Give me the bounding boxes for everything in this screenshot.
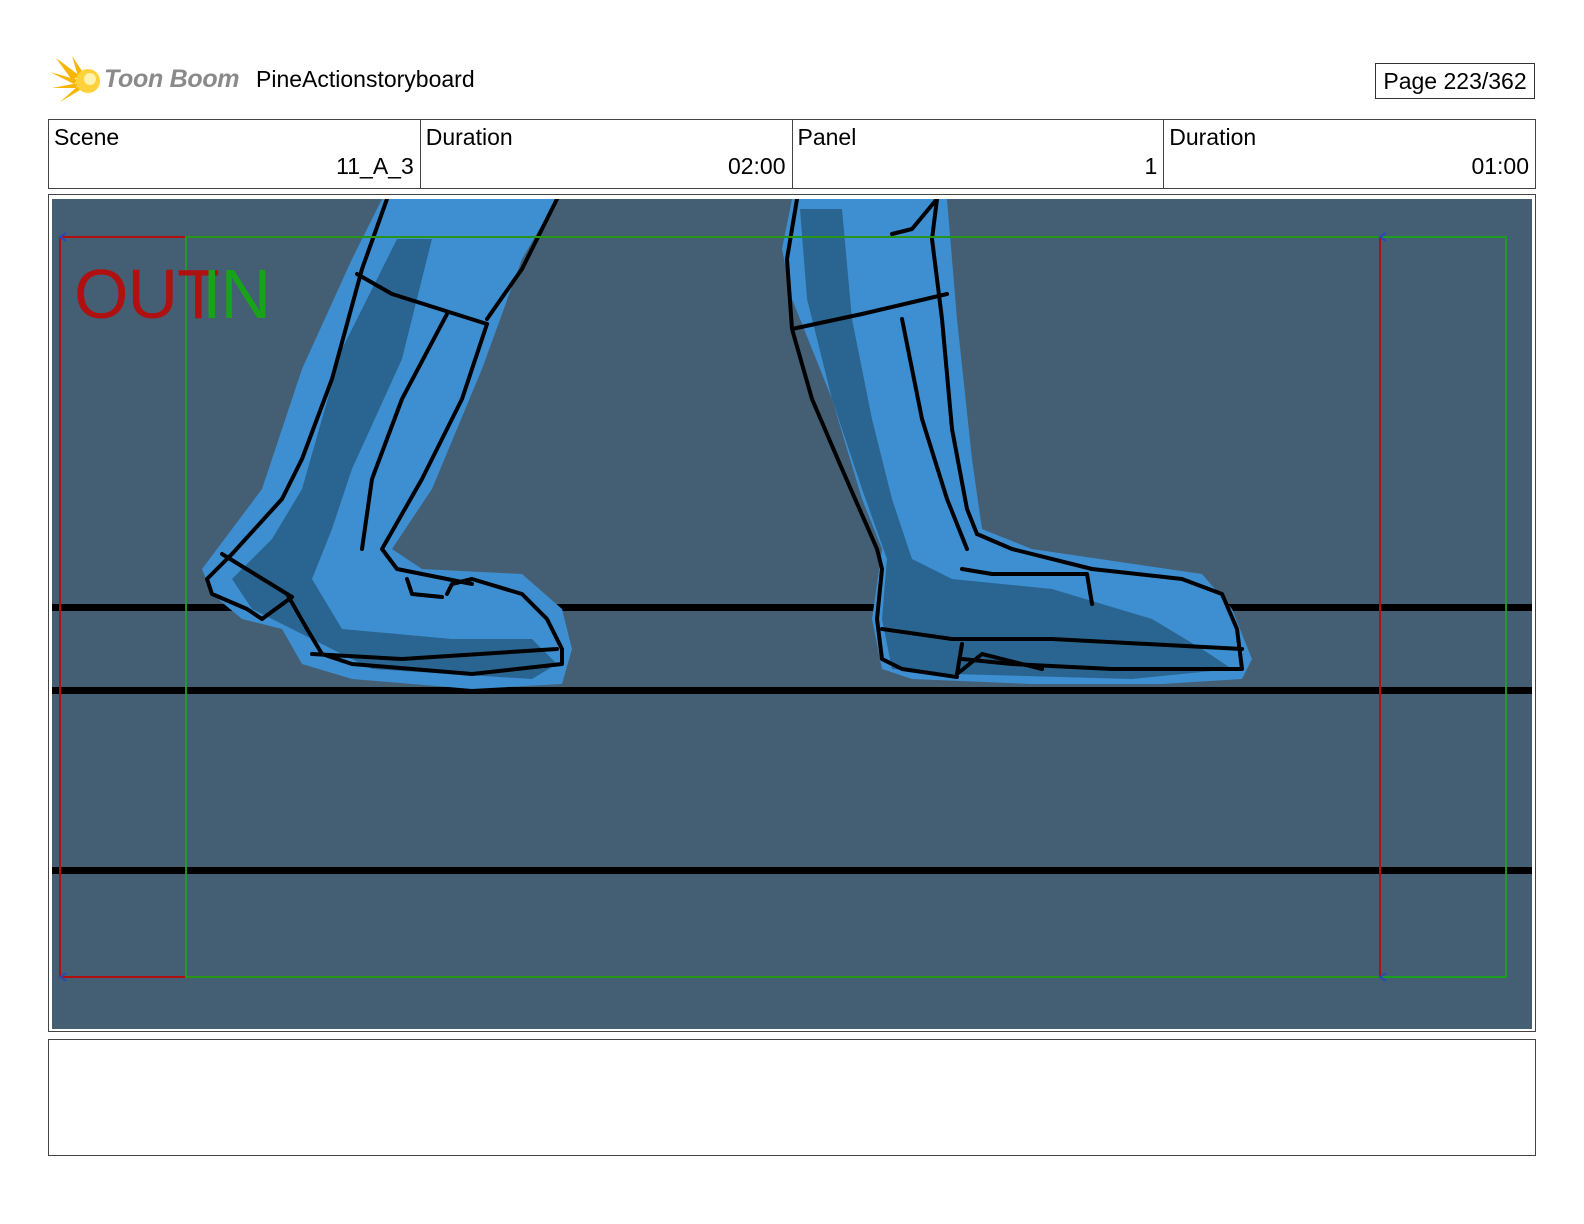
floor-line-bottom bbox=[52, 867, 1532, 874]
scene-duration-label: Duration bbox=[425, 124, 513, 150]
scene-duration-value: 02:00 bbox=[727, 153, 786, 179]
in-label: IN bbox=[202, 255, 271, 333]
storyboard-drawing bbox=[52, 199, 1532, 982]
starburst-icon bbox=[50, 56, 100, 102]
panel-notes-box[interactable] bbox=[48, 1039, 1536, 1156]
panel-duration-cell: Duration 01:00 bbox=[1164, 120, 1535, 188]
logo-wordmark: Toon Boom bbox=[104, 65, 240, 93]
floor-line-middle bbox=[52, 687, 1532, 694]
panel-value: 1 bbox=[1144, 153, 1158, 179]
out-label: OUT bbox=[74, 255, 220, 333]
toon-boom-logo: Toon Boom bbox=[50, 54, 240, 106]
panel-label: Panel bbox=[797, 124, 857, 150]
panel-duration-label: Duration bbox=[1169, 124, 1257, 150]
panel-cell: Panel 1 bbox=[793, 120, 1165, 188]
panel-info-table: Scene 11_A_3 Duration 02:00 Panel 1 Dura… bbox=[48, 119, 1536, 189]
scene-cell: Scene 11_A_3 bbox=[49, 120, 421, 188]
project-title: PineActionstoryboard bbox=[256, 66, 475, 92]
scene-duration-cell: Duration 02:00 bbox=[421, 120, 793, 188]
scene-value: 11_A_3 bbox=[336, 153, 414, 179]
page-number: Page 223/362 bbox=[1375, 63, 1535, 99]
scene-label: Scene bbox=[54, 124, 120, 150]
panel-duration-value: 01:00 bbox=[1471, 153, 1529, 179]
panel-image: OUT IN bbox=[52, 199, 1532, 1029]
